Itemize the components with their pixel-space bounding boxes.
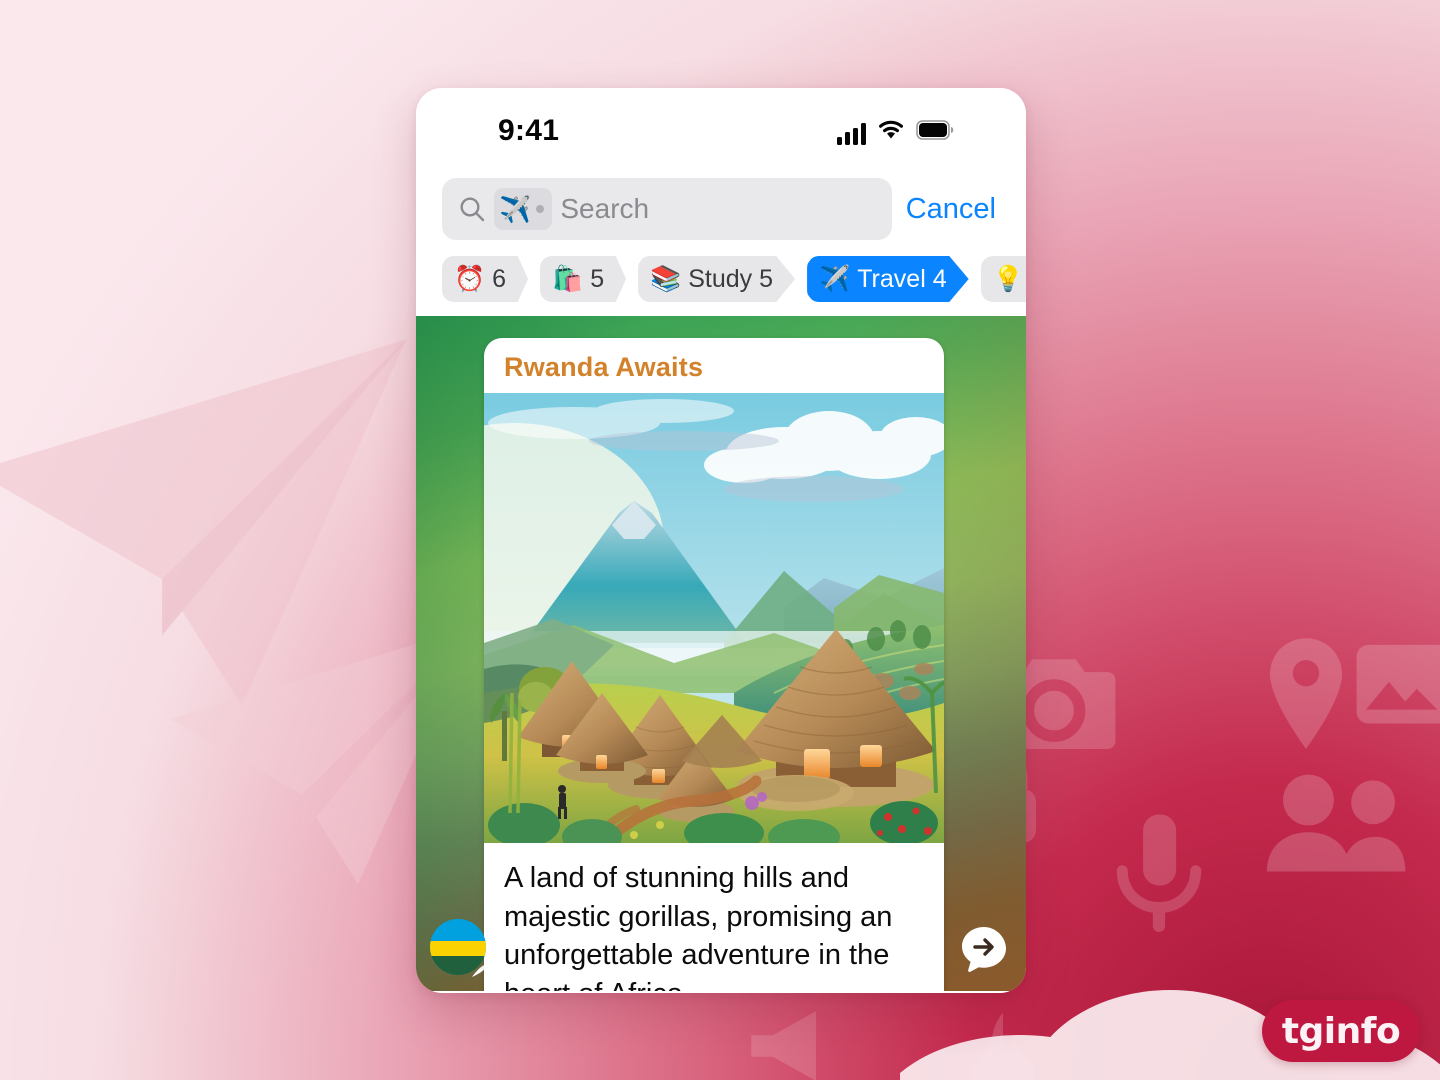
filter-chip-count: 6 — [492, 264, 507, 293]
lightbulb-icon: 💡 — [992, 264, 1024, 293]
filter-chip-label: Study — [688, 264, 753, 293]
shopping-bags-icon: 🛍️ — [552, 264, 584, 293]
books-icon: 📚 — [650, 264, 682, 293]
token-dot — [536, 205, 545, 213]
filter-chip-alarm[interactable]: ⏰ 6 — [442, 256, 529, 302]
wifi-icon — [876, 118, 906, 145]
page-title: Rwanda Awaits — [504, 352, 704, 382]
filter-chip-count: 4 — [932, 264, 947, 293]
search-input[interactable]: ✈️ Search — [442, 178, 892, 240]
message-description: A land of stunning hills and majestic go… — [504, 862, 893, 991]
filter-chip-list[interactable]: ⏰ 6 🛍️ 5 📚 Study 5 ✈️ Travel 4 💡 3 💸 — [416, 240, 1026, 316]
filter-chip-count: 5 — [590, 264, 605, 293]
filter-chip-label: Travel — [857, 264, 926, 293]
search-icon — [458, 195, 486, 223]
photo-icon — [1352, 638, 1440, 734]
message-card[interactable]: Rwanda Awaits A land of stunning hills a… — [484, 338, 944, 991]
location-pin-icon — [1264, 636, 1348, 749]
message-media[interactable] — [484, 393, 944, 843]
status-bar-time: 9:41 — [498, 114, 560, 147]
search-placeholder: Search — [560, 193, 650, 224]
airplane-icon: ✈️ — [499, 194, 532, 224]
filter-chip-idea[interactable]: 💡 3 — [980, 256, 1026, 302]
tginfo-logo: tginfo — [1262, 1000, 1420, 1062]
filter-chip-study[interactable]: 📚 Study 5 — [638, 256, 796, 302]
battery-icon — [916, 120, 954, 145]
search-token-travel[interactable]: ✈️ — [494, 188, 553, 230]
filter-chip-shopping[interactable]: 🛍️ 5 — [540, 256, 627, 302]
alarm-clock-icon: ⏰ — [454, 264, 486, 293]
rwanda-flag-avatar[interactable] — [430, 919, 486, 975]
cancel-button[interactable]: Cancel — [906, 193, 1000, 226]
filter-chip-count: 5 — [759, 264, 774, 293]
search-row: ✈️ Search Cancel — [416, 170, 1026, 240]
filter-chip-travel[interactable]: ✈️ Travel 4 — [807, 256, 969, 302]
tginfo-logo-text: tginfo — [1281, 1010, 1401, 1052]
megaphone-icon — [744, 1004, 840, 1080]
cellular-signal-icon — [837, 123, 866, 145]
phone-frame: 9:41 ✈️ Search Cancel ⏰ 6 🛍️ 5 📚 Study 5… — [416, 88, 1026, 993]
airplane-icon: ✈️ — [819, 264, 851, 293]
status-bar: 9:41 — [416, 88, 1026, 170]
chat-area: Rwanda Awaits A land of stunning hills a… — [416, 316, 1026, 991]
reply-arrow-bubble-icon[interactable] — [960, 925, 1008, 973]
